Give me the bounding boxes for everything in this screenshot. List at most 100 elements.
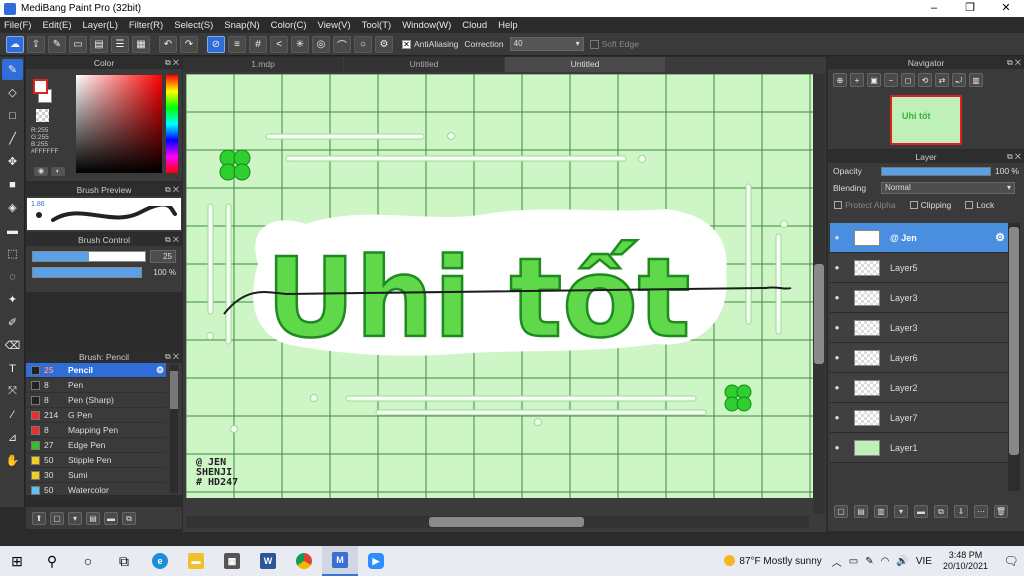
clock[interactable]: 3:48 PM 20/10/2021 [943,550,988,572]
protect-alpha-option[interactable]: Protect Alpha [834,200,896,210]
panel-close-icon[interactable]: ⧉ ✕ [165,234,179,246]
brush-item[interactable]: 27 Edge Pen [26,438,166,453]
minimize-button[interactable]: – [916,0,952,17]
clipping-option[interactable]: Clipping [909,200,951,210]
text-tool-icon[interactable]: T [2,358,23,379]
medibang-taskbar-icon[interactable]: M [322,546,358,576]
share-icon[interactable]: ⇪ [27,35,45,53]
cross-snap-icon[interactable]: # [249,35,267,53]
layer-opacity-slider[interactable] [881,166,991,176]
transparent-color-swatch[interactable] [36,109,49,122]
new-halftone-layer-icon[interactable]: ▤ [854,504,868,518]
edge-taskbar-icon[interactable]: e [142,546,178,576]
new-8bit-layer-icon[interactable]: ▥ [874,504,888,518]
eye-icon[interactable]: ● [830,353,844,362]
gradient-tool-icon[interactable]: ▬ [2,220,23,241]
brush-settings-icon[interactable]: ▤ [86,511,100,525]
menu-cloud[interactable]: Cloud [462,20,487,31]
pen-icon[interactable]: ✎ [865,556,873,567]
maximize-button[interactable]: ❐ [952,0,988,17]
brush-menu-icon[interactable]: ▾ [68,511,82,525]
menu-edit[interactable]: Edit(E) [42,20,71,31]
select-rect-tool-icon[interactable]: ⬚ [2,243,23,264]
brush-item[interactable]: 50 Stipple Pen [26,453,166,468]
eraser-tool-icon[interactable]: ◇ [2,82,23,103]
panel-close-icon[interactable]: ⧉ ✕ [165,184,179,196]
reset-view-icon[interactable]: ⤾ [952,73,966,87]
artboard[interactable]: Uhi tốt @ JEN SHENJI # HD247 [186,74,813,498]
vertical-scrollbar[interactable] [813,74,825,514]
fill-rect-tool-icon[interactable]: ■ [2,174,23,195]
layer-row[interactable]: ● Layer1 [830,433,1008,463]
color-history-icon[interactable]: ◐ [51,167,65,176]
menu-file[interactable]: File(F) [4,20,31,31]
zoom-in-icon[interactable]: + [850,73,864,87]
move-tool-icon[interactable]: ✥ [2,151,23,172]
flip-icon[interactable]: ⇄ [935,73,949,87]
menu-filter[interactable]: Filter(R) [129,20,163,31]
curve-snap-icon[interactable]: ⌒ [333,35,351,53]
brush-tool-icon[interactable]: ✎ [2,59,23,80]
eye-icon[interactable]: ● [830,323,844,332]
foreground-color-swatch[interactable] [33,79,48,94]
list-icon[interactable]: ☰ [111,35,129,53]
file-explorer-taskbar-icon[interactable]: ▬ [178,546,214,576]
brush-item[interactable]: 25 Pencil ⚙ [26,363,166,378]
store-taskbar-icon[interactable]: ▦ [214,546,250,576]
eye-icon[interactable]: ● [830,293,844,302]
correction-select[interactable]: 40 [509,37,584,51]
add-brush-icon[interactable]: ⬆ [32,511,46,525]
bucket-tool-icon[interactable]: ◈ [2,197,23,218]
saturation-value-picker[interactable] [76,75,162,173]
comment-icon[interactable]: ✎ [48,35,66,53]
menu-snap[interactable]: Snap(N) [224,20,259,31]
task-view-icon[interactable]: ⧉ [106,546,142,576]
snap-off-icon[interactable]: ⊘ [207,35,225,53]
document-tab[interactable]: 1.mdp [183,57,343,72]
brush-copy-icon[interactable]: ⧉ [122,511,136,525]
eye-icon[interactable]: ● [830,413,844,422]
document-tab[interactable]: Untitled [344,57,504,72]
eye-icon[interactable]: ● [830,383,844,392]
grid-icon[interactable]: ▦ [132,35,150,53]
menu-tool[interactable]: Tool(T) [362,20,392,31]
brush-item[interactable]: 50 Watercolor [26,483,166,498]
gear-icon[interactable]: ⚙ [992,231,1008,244]
network-icon[interactable]: ▭ [849,556,858,567]
chevron-up-icon[interactable]: ︿ [832,554,842,569]
panel-close-icon[interactable]: ⧉ ✕ [1007,57,1021,69]
brush-size-slider[interactable] [32,251,146,262]
duplicate-layer-icon[interactable]: ⧉ [934,504,948,518]
layer-row[interactable]: ● Layer7 [830,403,1008,433]
snap-settings-icon[interactable]: ⚙ [375,35,393,53]
operation-tool-icon[interactable]: ⤧ [2,381,23,402]
menu-layer[interactable]: Layer(L) [83,20,118,31]
document-icon[interactable]: ▤ [90,35,108,53]
eye-icon[interactable]: ● [830,263,844,272]
navigator-thumbnail[interactable]: Uhi tốt [890,95,962,145]
close-button[interactable]: ✕ [988,0,1024,17]
chrome-taskbar-icon[interactable] [286,546,322,576]
select-eraser-tool-icon[interactable]: ⌫ [2,335,23,356]
layer-folder-icon[interactable]: ▬ [914,504,928,518]
lasso-tool-icon[interactable]: ◌ [2,266,23,287]
brush-item[interactable]: 30 Sumi [26,468,166,483]
rotate-icon[interactable]: ⟲ [918,73,932,87]
layer-row[interactable]: ● Layer3 [830,313,1008,343]
menu-window[interactable]: Window(W) [402,20,451,31]
antialiasing-checkbox[interactable]: ✕ [402,39,411,49]
ellipse-snap-icon[interactable]: ○ [354,35,372,53]
menu-view[interactable]: View(V) [318,20,351,31]
color-palette-icon[interactable]: ◉ [34,167,48,176]
blending-select[interactable]: Normal [881,182,1015,194]
menu-help[interactable]: Help [498,20,518,31]
layer-row[interactable]: ● Layer6 [830,343,1008,373]
horizontal-scrollbar[interactable] [186,516,809,528]
brush-item[interactable]: 8 Pen [26,378,166,393]
brush-list-scrollbar[interactable] [170,365,178,493]
hand-tool-icon[interactable]: ✋ [2,450,23,471]
wifi-icon[interactable]: ◠ [881,556,890,567]
layer-row[interactable]: ● Layer3 [830,283,1008,313]
delete-layer-icon[interactable]: 🗑 [994,504,1008,518]
zoom-out-icon[interactable]: − [884,73,898,87]
